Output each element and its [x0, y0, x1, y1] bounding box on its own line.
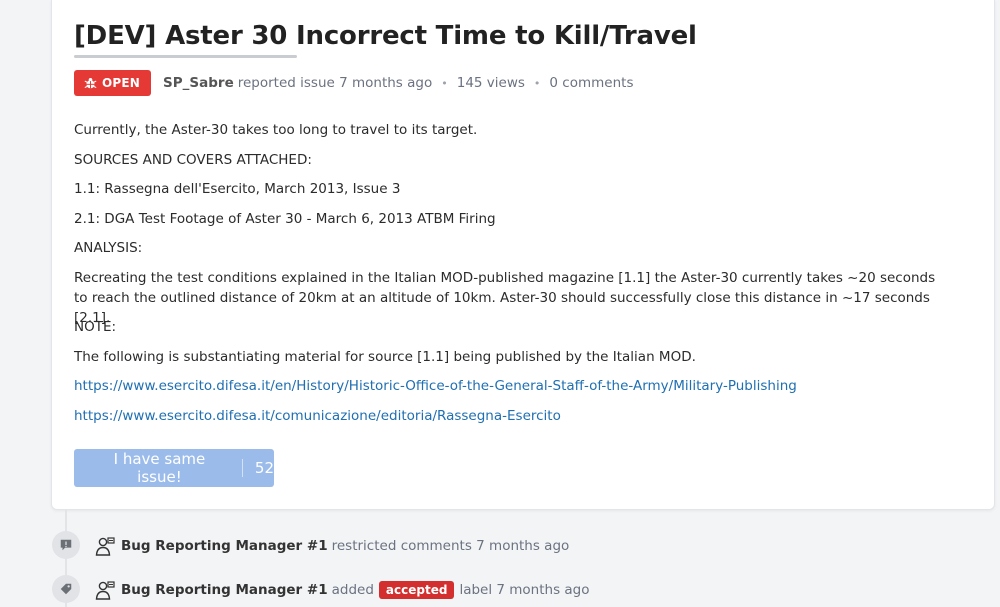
timeline-text: restricted comments 7 months ago [331, 538, 570, 554]
comment-restricted-icon [60, 539, 72, 551]
meta-separator: • [441, 76, 448, 90]
comments-count: 0 comments [549, 75, 634, 91]
avatar[interactable] [95, 536, 115, 556]
timeline-icon-tag [52, 575, 80, 603]
views-count: 145 views [456, 75, 525, 91]
accepted-label-badge[interactable]: accepted [378, 581, 455, 599]
body-paragraph: 1.1: Rassegna dell'Esercito, March 2013,… [74, 181, 401, 198]
source-link-rassegna-esercito[interactable]: https://www.esercito.difesa.it/comunicaz… [74, 408, 561, 424]
body-paragraph: The following is substantiating material… [74, 348, 696, 365]
status-badge: OPEN [74, 70, 152, 96]
body-paragraph: Currently, the Aster-30 takes too long t… [74, 122, 478, 138]
same-issue-label: I have same issue! [113, 450, 206, 486]
timeline-icon-comment [52, 531, 80, 559]
timeline-event: Bug Reporting Manager #1 added accepted … [95, 578, 590, 602]
timeline-event: Bug Reporting Manager #1 restricted comm… [95, 534, 569, 558]
title-underline [74, 55, 297, 58]
timeline-user[interactable]: Bug Reporting Manager #1 [121, 538, 328, 554]
body-paragraph: NOTE: [74, 318, 117, 335]
source-link-paragraph: https://www.esercito.difesa.it/en/Histor… [74, 376, 944, 406]
body-paragraph: SOURCES AND COVERS ATTACHED: [74, 151, 312, 168]
source-link-military-publishing[interactable]: https://www.esercito.difesa.it/en/Histor… [74, 378, 797, 394]
reported-time: reported issue 7 months ago [237, 75, 433, 91]
issue-meta: OPEN SP_Sabre reported issue 7 months ag… [74, 70, 633, 96]
avatar[interactable] [95, 580, 115, 600]
source-link-paragraph: https://www.esercito.difesa.it/comunicaz… [74, 406, 944, 436]
issue-body: Currently, the Aster-30 takes too long t… [74, 120, 944, 435]
timeline-text: added [331, 582, 374, 598]
issue-title: [DEV] Aster 30 Incorrect Time to Kill/Tr… [74, 21, 697, 51]
button-divider [241, 459, 243, 477]
tag-icon [60, 583, 72, 595]
bug-icon [84, 77, 97, 88]
timeline-text: label 7 months ago [459, 582, 590, 598]
same-issue-button[interactable]: I have same issue! 52 [74, 449, 274, 487]
author-link[interactable]: SP_Sabre [163, 75, 234, 91]
same-issue-count: 52 [254, 459, 274, 477]
body-paragraph: Recreating the test conditions explained… [74, 269, 936, 326]
body-paragraph: 2.1: DGA Test Footage of Aster 30 - Marc… [74, 210, 496, 227]
meta-separator: • [533, 76, 541, 90]
timeline-user[interactable]: Bug Reporting Manager #1 [121, 582, 328, 598]
status-badge-label: OPEN [102, 76, 141, 90]
body-paragraph: ANALYSIS: [74, 240, 143, 257]
